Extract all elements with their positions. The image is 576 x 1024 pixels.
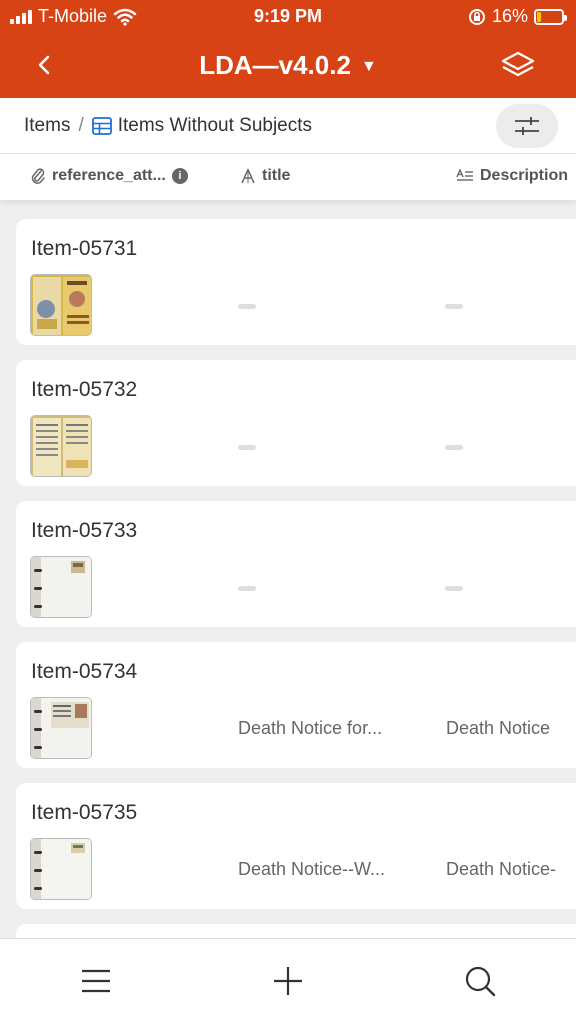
record-card[interactable]: Item-05733	[16, 501, 576, 627]
breadcrumb: Items / Items Without Subjects	[24, 115, 312, 137]
search-icon[interactable]	[460, 961, 500, 1001]
attachment-thumbnail[interactable]	[30, 274, 92, 336]
record-name: Item-05735	[31, 801, 138, 824]
column-header: reference_att... i title Description	[0, 154, 576, 200]
empty-value	[238, 586, 256, 591]
record-title-cell: Death Notice--W...	[238, 859, 386, 879]
thumbnail-image	[31, 839, 91, 899]
paperclip-icon	[31, 168, 45, 184]
record-name: Item-05733	[31, 519, 138, 542]
attachment-thumbnail[interactable]	[30, 415, 92, 477]
text-field-icon	[241, 168, 255, 184]
breadcrumb-items[interactable]: Items	[24, 115, 70, 137]
breadcrumb-separator: /	[78, 115, 84, 136]
base-title-dropdown[interactable]: LDA—v4.0.2 ▼	[0, 50, 576, 81]
filter-button[interactable]	[496, 104, 558, 148]
attachment-thumbnail[interactable]	[30, 838, 92, 900]
base-title: LDA—v4.0.2	[199, 50, 351, 80]
battery-icon	[534, 8, 567, 25]
column-title-label: title	[262, 167, 291, 184]
caret-down-icon: ▼	[360, 58, 377, 76]
record-description-cell: Death Notice-	[446, 859, 557, 879]
record-card[interactable]	[16, 924, 576, 938]
column-description-label: Description	[479, 167, 568, 184]
battery-level	[537, 11, 541, 22]
column-description[interactable]: Description	[456, 167, 568, 185]
empty-value	[445, 586, 463, 591]
empty-value	[238, 445, 256, 450]
thumbnail-image	[31, 557, 91, 617]
record-name: Item-05731	[31, 237, 138, 260]
column-reference-label: reference_att...	[52, 167, 166, 184]
hamburger-menu-icon[interactable]	[76, 961, 116, 1001]
long-text-icon	[456, 169, 473, 181]
column-reference[interactable]: reference_att... i	[30, 167, 188, 185]
record-card[interactable]: Item-05735 Death Notice--W... Death Noti…	[16, 783, 576, 909]
breadcrumb-view[interactable]: Items Without Subjects	[118, 115, 312, 137]
record-card[interactable]: Item-05734 Death Notice for... Death Not…	[16, 642, 576, 768]
empty-value	[445, 304, 463, 309]
info-icon[interactable]: i	[171, 168, 188, 184]
record-title-cell: Death Notice for...	[238, 718, 383, 738]
orientation-lock-icon	[468, 8, 485, 25]
table-grid-icon	[91, 117, 112, 135]
bottom-toolbar	[0, 938, 576, 1024]
empty-value	[238, 304, 256, 309]
sliders-icon	[515, 117, 539, 135]
layers-icon[interactable]	[498, 48, 538, 82]
attachment-thumbnail[interactable]	[30, 556, 92, 618]
attachment-thumbnail[interactable]	[30, 697, 92, 759]
nav-bar: LDA—v4.0.2 ▼	[0, 32, 576, 98]
record-card[interactable]: Item-05732	[16, 360, 576, 486]
record-name: Item-05734	[31, 660, 138, 683]
empty-value	[445, 445, 463, 450]
thumbnail-image	[31, 698, 91, 758]
status-bar: T-Mobile 9:19 PM 16%	[0, 0, 576, 32]
record-list[interactable]: Item-05731 Item-05732 Item-05733 Item-05…	[0, 200, 576, 938]
column-title[interactable]: title	[240, 167, 290, 185]
record-description-cell: Death Notice	[446, 718, 551, 738]
record-card[interactable]: Item-05731	[16, 219, 576, 345]
thumbnail-image	[31, 416, 91, 476]
record-name: Item-05732	[31, 378, 138, 401]
plus-icon[interactable]	[268, 961, 308, 1001]
battery-percent: 16%	[491, 6, 528, 26]
thumbnail-image	[31, 275, 91, 335]
breadcrumb-bar: Items / Items Without Subjects	[0, 98, 576, 154]
